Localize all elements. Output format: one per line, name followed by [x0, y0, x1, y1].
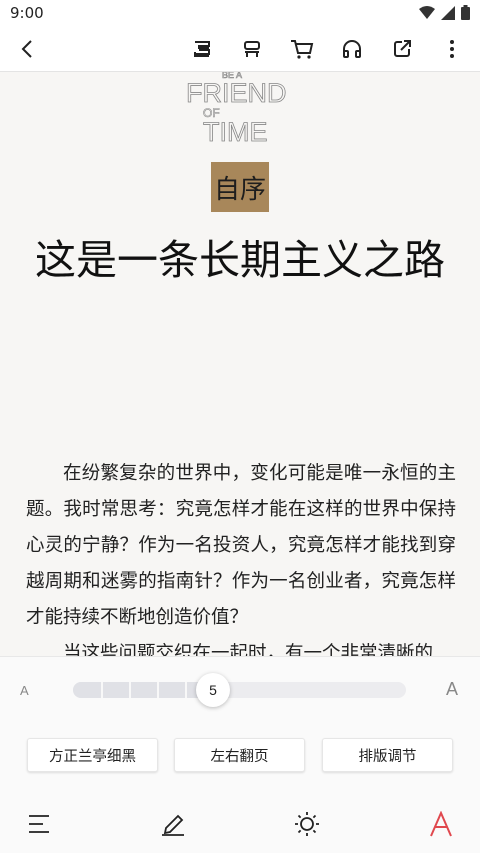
- logo-line-4: TIME: [203, 117, 268, 142]
- page-turn-button[interactable]: 左右翻页: [174, 738, 305, 772]
- status-icons: [419, 5, 470, 20]
- slider-step-tick: [157, 682, 159, 698]
- brightness-button[interactable]: [292, 809, 322, 839]
- reading-settings-panel: A 5 A 方正兰亭细黑 左右翻页 排版调节: [0, 656, 480, 853]
- font-size-slider-track[interactable]: [73, 682, 406, 698]
- cart-icon: [291, 40, 314, 59]
- back-arrow-icon: [21, 40, 32, 58]
- paragraph: 在纷繁复杂的世界中，变化可能是唯一永恒的主题。我时常思考：究竟怎样才能在这样的世…: [26, 463, 456, 628]
- reader-toolbar: [0, 26, 480, 72]
- menu-icon: [29, 815, 49, 833]
- chapter-badge: 自序: [211, 162, 269, 212]
- book-text-icon: [194, 41, 210, 57]
- slider-step-tick: [185, 682, 187, 698]
- battery-icon: [461, 5, 470, 20]
- brightness-icon: [295, 812, 319, 836]
- font-settings-button[interactable]: [426, 809, 456, 839]
- font-family-button[interactable]: 方正兰亭细黑: [27, 738, 158, 772]
- chapter-body: 在纷繁复杂的世界中，变化可能是唯一永恒的主题。我时常思考：究竟怎样才能在这样的世…: [26, 456, 456, 656]
- logo-line-2: FRIEND: [186, 78, 287, 108]
- more-vertical-icon: [450, 40, 454, 58]
- back-button[interactable]: [14, 35, 42, 63]
- notes-button[interactable]: [158, 809, 188, 839]
- cart-button[interactable]: [288, 35, 316, 63]
- font-decrease-label[interactable]: A: [20, 683, 29, 698]
- share-icon: [394, 40, 411, 57]
- note-pen-icon: [162, 814, 184, 836]
- reading-page[interactable]: BE A FRIEND OF TIME 自序 这是一条长期主义之路 在纷繁复杂的…: [0, 72, 480, 656]
- more-button[interactable]: [438, 35, 466, 63]
- slider-step-tick: [129, 682, 131, 698]
- font-settings-icon: [430, 811, 452, 837]
- chapter-title: 这是一条长期主义之路: [35, 236, 445, 284]
- font-size-slider-fill: [73, 682, 201, 698]
- slider-step-tick: [101, 682, 103, 698]
- bottom-nav: [0, 805, 480, 845]
- book-detail-button[interactable]: [188, 35, 216, 63]
- font-size-slider-thumb[interactable]: 5: [196, 673, 230, 707]
- book-logo: BE A FRIEND OF TIME: [186, 72, 287, 142]
- font-increase-label[interactable]: A: [446, 679, 458, 700]
- listen-button[interactable]: [338, 35, 366, 63]
- share-button[interactable]: [388, 35, 416, 63]
- layout-adjust-button[interactable]: 排版调节: [322, 738, 453, 772]
- signal-icon: [441, 5, 455, 20]
- book-list-icon: [244, 41, 260, 57]
- catalog-button[interactable]: [238, 35, 266, 63]
- wifi-icon: [419, 5, 435, 19]
- status-bar: 9:00: [0, 0, 480, 26]
- catalog-menu-button[interactable]: [24, 809, 54, 839]
- status-time: 9:00: [10, 4, 44, 22]
- headphones-icon: [343, 40, 361, 58]
- paragraph: 当这些问题交织在一起时，有一个非常清晰的: [63, 643, 434, 656]
